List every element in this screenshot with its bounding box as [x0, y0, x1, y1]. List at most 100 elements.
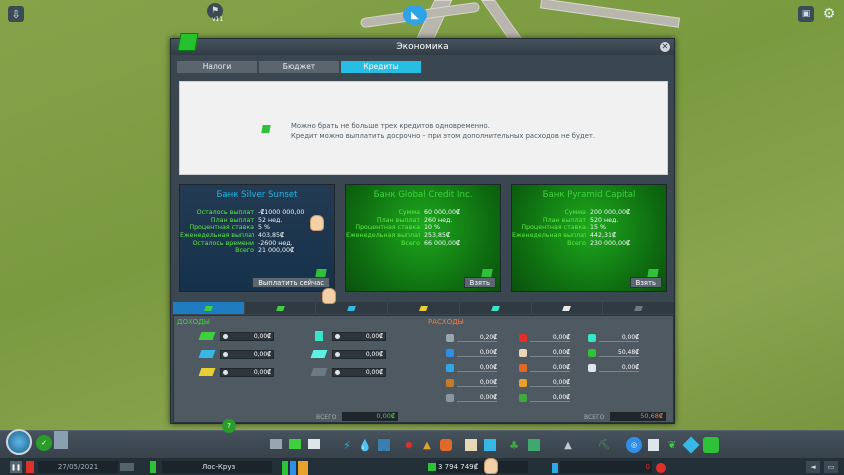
expense-value: 0,00₡: [457, 364, 497, 372]
residential-icon: [196, 330, 218, 342]
loan-row-label: Сумма: [564, 209, 586, 216]
loan-row-value: 442,31₡: [590, 232, 617, 240]
education-icon[interactable]: [465, 439, 477, 451]
loan-row: Процентная ставка 15 %: [512, 224, 666, 232]
water-icon[interactable]: 💧: [358, 439, 372, 452]
tab-category-tourism[interactable]: [531, 302, 603, 314]
residential-icon: [275, 305, 285, 311]
zoning-icon[interactable]: [289, 439, 301, 449]
loan-row-label: Еженедельная выплата: [346, 232, 420, 240]
income-value: 0,00₡: [220, 331, 274, 341]
photo-mode-icon[interactable]: ▣: [798, 6, 814, 22]
income-total-value: 0,00₡: [342, 412, 398, 421]
water-icon: [552, 463, 558, 473]
demand-industrial-bar: [298, 461, 308, 475]
expense-heading: РАСХОДЫ: [428, 318, 464, 326]
landscaping-icon[interactable]: ⛏: [598, 439, 611, 451]
income-value: 0,00₡: [220, 367, 274, 377]
help-icon[interactable]: ?: [222, 419, 236, 433]
electricity-icon[interactable]: ⚡: [342, 439, 352, 452]
expense-value: 0,00₡: [530, 394, 570, 402]
window-title: Экономика: [396, 42, 449, 52]
transport-icon: [588, 334, 596, 342]
day-night-slider[interactable]: [120, 463, 134, 471]
pause-button[interactable]: ❚❚: [10, 461, 22, 473]
tourism-icon: [562, 305, 572, 311]
expense-row: 0,00₡: [519, 394, 570, 402]
demand-commercial-bar: [290, 461, 296, 475]
roads-icon[interactable]: [270, 439, 282, 449]
monuments-icon[interactable]: [528, 439, 540, 451]
money-gem-icon: [647, 269, 659, 277]
expense-row: 0,20₡: [446, 334, 497, 342]
city-skyline-icon: [54, 431, 68, 449]
loan-row-value: 260 нед.: [424, 216, 453, 224]
loan-row-value: 15 %: [590, 224, 606, 232]
office-icon: [308, 330, 330, 342]
health-icon[interactable]: ✹: [403, 439, 415, 452]
expense-row: 50,48₡: [588, 349, 639, 357]
money-gem-icon: [315, 269, 327, 277]
residential-icon: [203, 305, 213, 311]
loan-row-label: Всего: [567, 239, 586, 247]
screen-icon[interactable]: ▭: [824, 461, 838, 473]
bank-name: Банк Silver Sunset: [216, 190, 298, 200]
tab-budget[interactable]: Бюджет: [259, 61, 339, 73]
transport-lines-icon[interactable]: ◎: [626, 437, 642, 453]
tab-category-zones[interactable]: [173, 302, 244, 314]
bulldoze-icon[interactable]: [703, 437, 719, 453]
education-icon: [519, 349, 527, 357]
expense-row: 0,00₡: [588, 364, 639, 372]
notification-icon[interactable]: [656, 463, 666, 473]
tab-category-industrial[interactable]: [388, 302, 459, 314]
road-icon: [446, 334, 454, 342]
take-loan-button[interactable]: Взять: [629, 277, 662, 288]
window-header[interactable]: Экономика ✕: [171, 33, 674, 55]
loan-row-value: 60 000,00₡: [424, 209, 461, 216]
policies-icon[interactable]: [648, 439, 659, 451]
loan-row-label: Процентная ставка: [355, 224, 420, 232]
expense-row: 0,00₡: [446, 394, 497, 402]
speed-indicator[interactable]: [26, 461, 34, 473]
city-name[interactable]: Лос-Круз: [162, 461, 272, 473]
police-icon[interactable]: [440, 439, 452, 451]
economy-icon[interactable]: ❦: [666, 439, 678, 451]
income-value: 0,00₡: [220, 349, 274, 359]
take-loan-button[interactable]: Взять: [463, 277, 496, 288]
areas-icon[interactable]: [682, 436, 700, 454]
disasters-icon[interactable]: ▲: [562, 439, 574, 451]
info-line: Можно брать не больше трех кредитов одно…: [291, 122, 490, 130]
income-value-text: 0,00₡: [253, 350, 271, 358]
expense-total-value: 50,68₡: [610, 412, 666, 421]
chirper-bird-icon[interactable]: ◣: [403, 5, 427, 25]
income-row: 0,00₡: [196, 330, 274, 342]
unlock-icon[interactable]: ⇩: [8, 6, 24, 22]
beautification-icon[interactable]: ♣: [508, 439, 520, 452]
loan-row-label: План выплат: [542, 216, 586, 224]
fire-icon[interactable]: ▲: [421, 439, 433, 451]
camera-icon[interactable]: ◄: [806, 461, 820, 473]
tab-category-office[interactable]: [459, 302, 531, 314]
districts-icon[interactable]: [308, 439, 320, 449]
tab-taxes[interactable]: Налоги: [177, 61, 257, 73]
bank-card-silver-sunset: Банк Silver Sunset Осталось выплат -₡1000…: [179, 184, 335, 292]
garbage-icon[interactable]: [378, 439, 390, 451]
transport-icon[interactable]: [484, 439, 496, 451]
tab-category-transport[interactable]: [603, 302, 675, 314]
money-gem-icon: [261, 125, 271, 133]
income-value-text: 0,00₡: [253, 368, 271, 376]
tab-loans[interactable]: Кредиты: [341, 61, 421, 73]
loan-row-value: -2600 нед.: [258, 239, 293, 247]
close-button[interactable]: ✕: [660, 42, 670, 52]
income-row: 0,00₡: [308, 348, 386, 360]
loan-row: Осталось выплат -₡1000 000,00: [180, 209, 334, 217]
milestones-icon[interactable]: ✓: [36, 435, 52, 451]
budget-category-tabs: [173, 302, 675, 314]
gear-icon[interactable]: ⚙: [821, 6, 837, 22]
loan-row-label: Еженедельная выплата: [180, 232, 254, 240]
tab-category-residential[interactable]: [244, 302, 316, 314]
commercial-icon: [347, 305, 357, 311]
repay-now-button[interactable]: Выплатить сейчас: [252, 277, 330, 288]
expense-row: 0,00₡: [519, 349, 570, 357]
info-views-icon[interactable]: [6, 429, 32, 455]
